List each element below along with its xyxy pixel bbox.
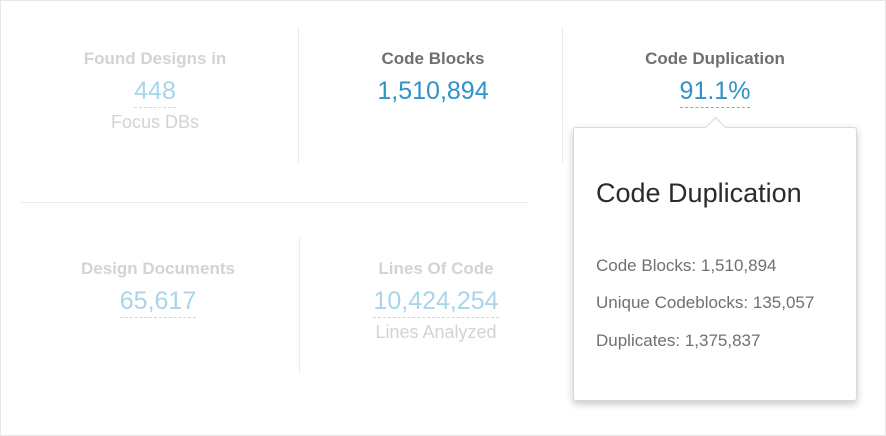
popover-title: Code Duplication: [596, 178, 802, 208]
divider-horizontal: [21, 202, 528, 203]
popover-caret: [704, 116, 727, 139]
stat-value: 1,510,894: [377, 77, 489, 105]
stat-lines-of-code: Lines Of Code 10,424,254 Lines Analyzed: [312, 258, 560, 343]
stat-title: Code Duplication: [645, 49, 785, 68]
stat-subtitle: Lines Analyzed: [375, 322, 497, 342]
stat-title: Code Blocks: [381, 49, 485, 68]
stat-design-documents: Design Documents 65,617: [34, 258, 282, 318]
popover-row-code-blocks: Code Blocks: 1,510,894: [596, 256, 777, 275]
stat-value-link[interactable]: 91.1%: [679, 76, 751, 108]
stat-code-duplication: Code Duplication 91.1%: [591, 48, 839, 108]
stat-title: Found Designs in: [83, 49, 227, 68]
code-duplication-popover: Code Duplication Code Blocks: 1,510,894 …: [573, 116, 857, 401]
stat-value-link[interactable]: 448: [134, 76, 176, 108]
stat-value-link[interactable]: 65,617: [119, 286, 197, 318]
stat-title: Lines Of Code: [378, 259, 494, 278]
divider-vertical-bottom: [299, 237, 300, 373]
divider-vertical-top-right: [562, 27, 563, 163]
stat-found-designs: Found Designs in 448 Focus DBs: [31, 48, 279, 133]
popover-row-duplicates: Duplicates: 1,375,837: [596, 331, 761, 350]
stat-subtitle: Focus DBs: [110, 112, 200, 132]
stats-panel: Found Designs in 448 Focus DBs Code Bloc…: [0, 0, 886, 436]
stat-code-blocks: Code Blocks 1,510,894: [309, 48, 557, 107]
popover-row-unique-codeblocks: Unique Codeblocks: 135,057: [596, 293, 815, 312]
divider-vertical-top-left: [298, 27, 299, 163]
stat-value-link[interactable]: 10,424,254: [373, 286, 499, 318]
stat-title: Design Documents: [81, 259, 235, 278]
